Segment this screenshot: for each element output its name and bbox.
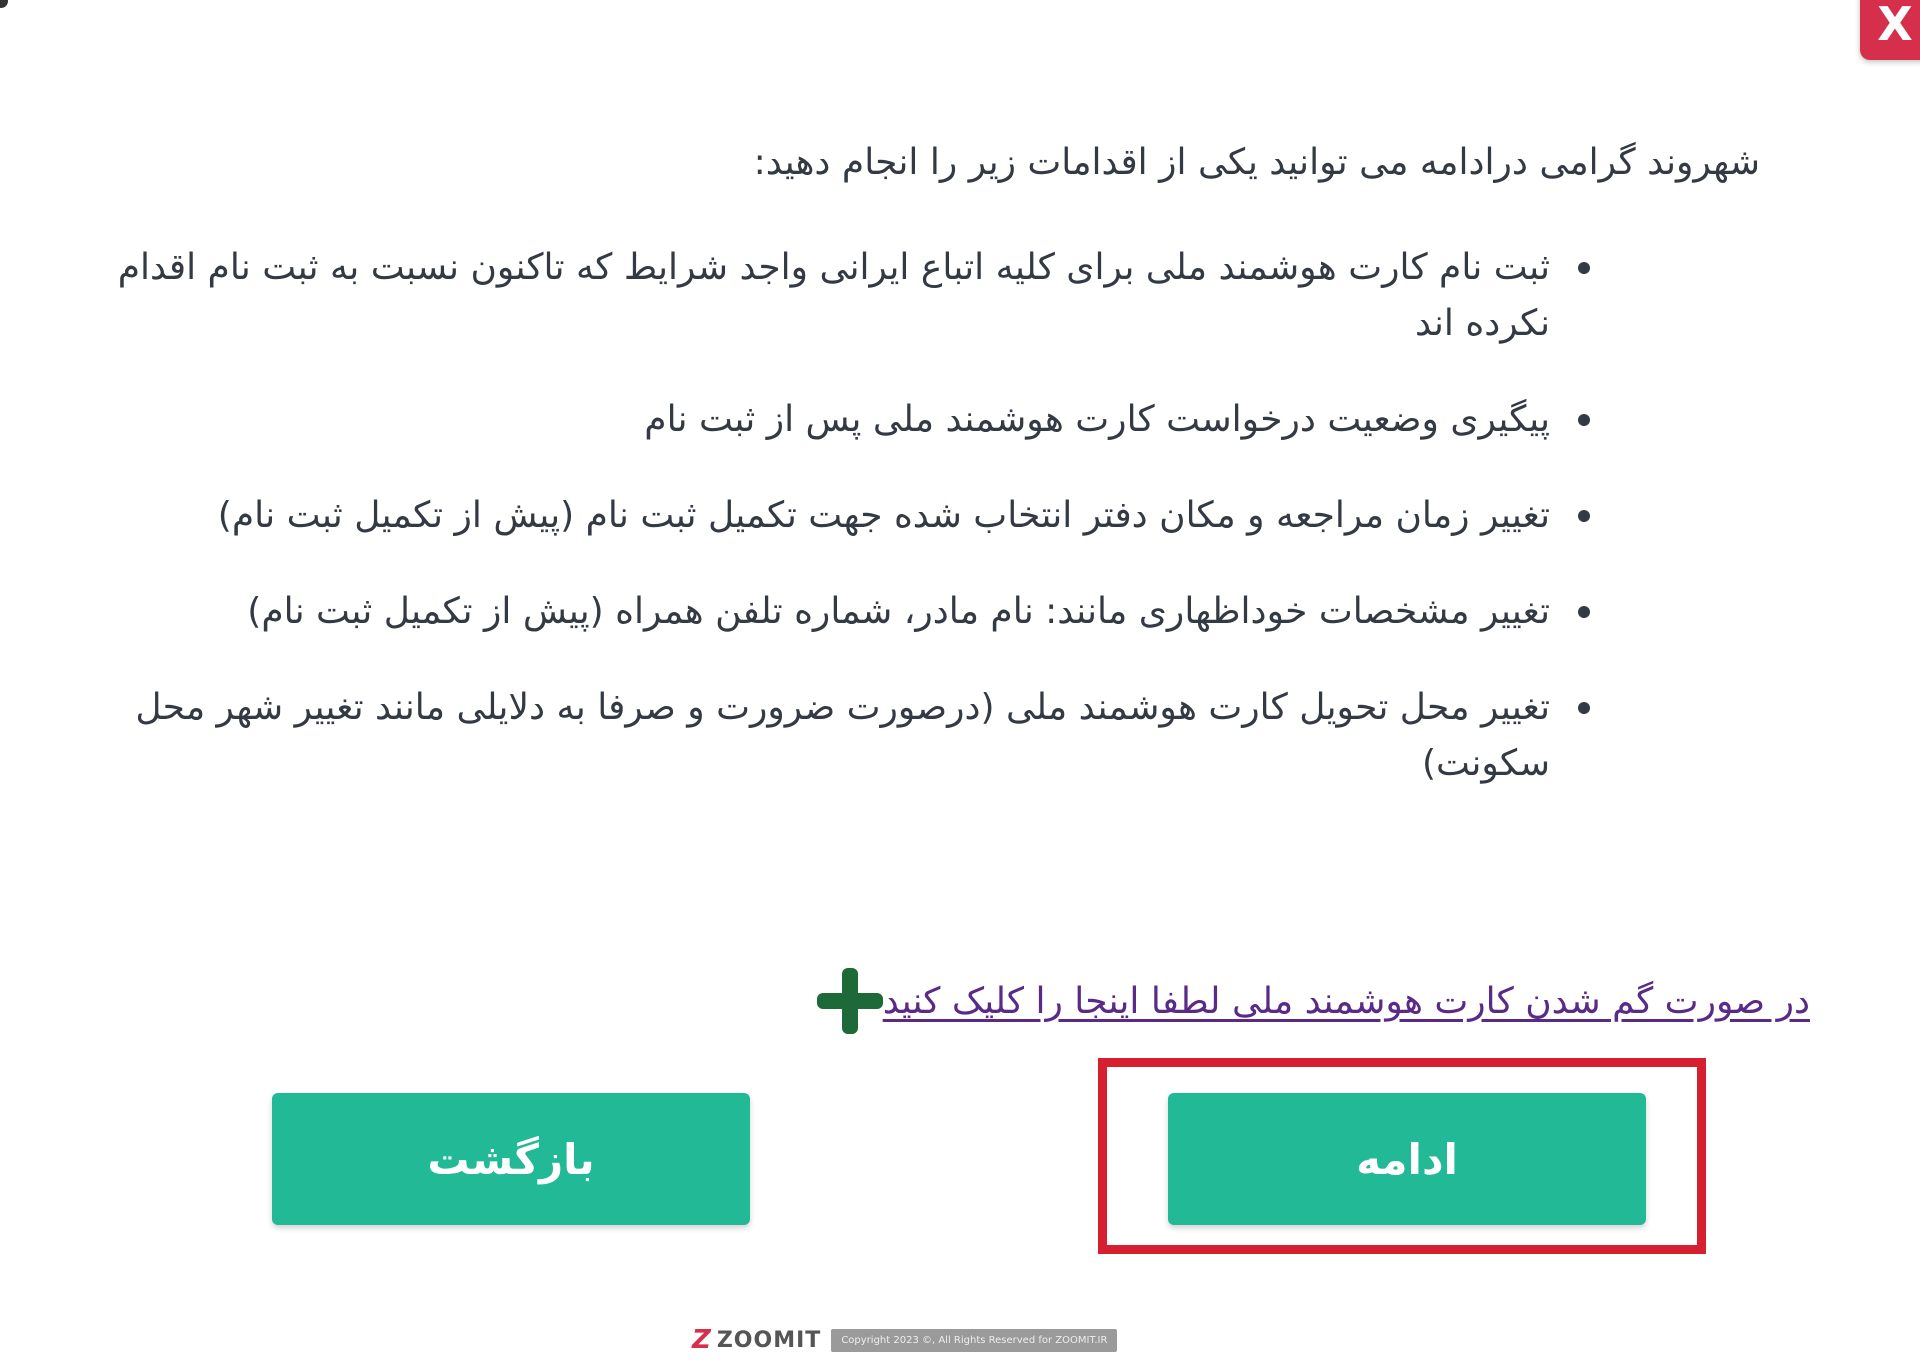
close-button[interactable]: X <box>1860 0 1920 60</box>
list-item-text: پیگیری وضعیت درخواست کارت هوشمند ملی پس … <box>644 399 1550 440</box>
close-icon: X <box>1877 0 1913 51</box>
bullet-icon <box>1578 702 1590 714</box>
copyright-text: Copyright 2023 ©, All Rights Reserved fo… <box>831 1328 1118 1352</box>
dialog-page: X شهروند گرامی درادامه می توانید یکی از … <box>0 0 1920 1370</box>
lost-card-row: در صورت گم شدن کارت هوشمند ملی لطفا اینج… <box>791 968 1810 1034</box>
list-item: تغییر محل تحویل کارت هوشمند ملی (درصورت … <box>110 680 1590 792</box>
list-item-text: تغییر زمان مراجعه و مکان دفتر انتخاب شده… <box>217 495 1550 536</box>
bullet-icon <box>1578 510 1590 522</box>
list-item-text: تغییر محل تحویل کارت هوشمند ملی (درصورت … <box>135 687 1550 784</box>
options-list: ثبت نام کارت هوشمند ملی برای کلیه اتباع … <box>110 240 1590 792</box>
bullet-icon <box>1578 262 1590 274</box>
corner-mark <box>0 0 8 8</box>
list-item: تغییر زمان مراجعه و مکان دفتر انتخاب شده… <box>110 488 1590 544</box>
lost-card-link[interactable]: در صورت گم شدن کارت هوشمند ملی لطفا اینج… <box>883 981 1810 1022</box>
zoomit-logo-icon: Z <box>692 1325 711 1355</box>
watermark: Z ZOOMIT Copyright 2023 ©, All Rights Re… <box>692 1325 1118 1355</box>
bullet-icon <box>1578 606 1590 618</box>
list-item: ثبت نام کارت هوشمند ملی برای کلیه اتباع … <box>110 240 1590 352</box>
list-item-text: تغییر مشخصات خوداظهاری مانند: نام مادر، … <box>247 591 1550 632</box>
intro-text: شهروند گرامی درادامه می توانید یکی از اق… <box>753 142 1760 183</box>
zoomit-logo-text: ZOOMIT <box>716 1327 822 1353</box>
continue-button[interactable]: ادامه <box>1168 1093 1646 1225</box>
list-item: پیگیری وضعیت درخواست کارت هوشمند ملی پس … <box>110 392 1590 448</box>
back-button[interactable]: بازگشت <box>272 1093 750 1225</box>
list-item-text: ثبت نام کارت هوشمند ملی برای کلیه اتباع … <box>117 247 1550 344</box>
list-item: تغییر مشخصات خوداظهاری مانند: نام مادر، … <box>110 584 1590 640</box>
bullet-icon <box>1578 414 1590 426</box>
plus-icon[interactable] <box>816 968 883 1034</box>
